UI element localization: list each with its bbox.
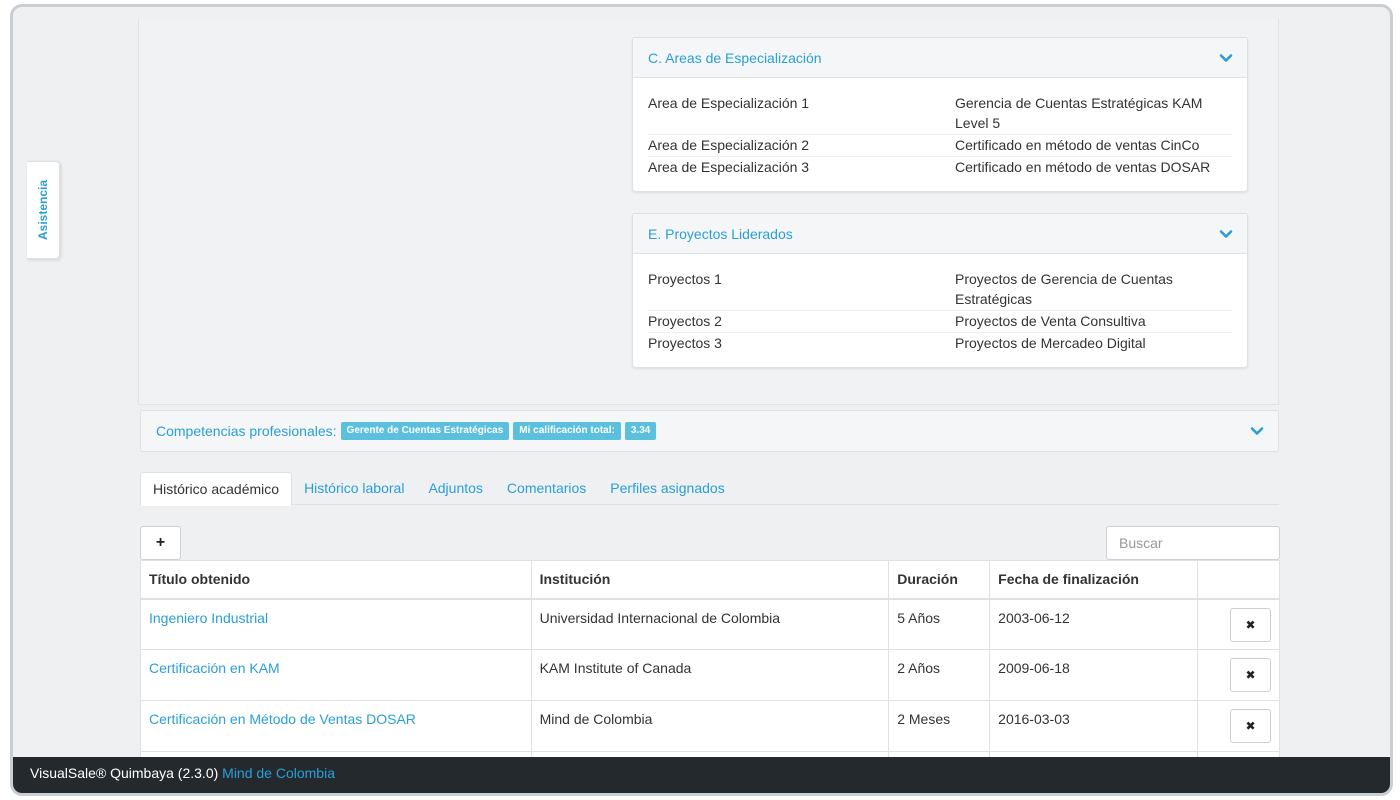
chevron-down-icon[interactable] — [1250, 424, 1264, 438]
cell-titulo: Ingeniero Industrial — [140, 598, 532, 650]
area-row: Area de Especialización 1 Gerencia de Cu… — [648, 93, 1232, 135]
project-value: Proyectos de Gerencia de Cuentas Estraté… — [955, 271, 1173, 307]
rating-label-badge: Mi calificación total: — [513, 422, 621, 440]
project-label: Proyectos 2 — [648, 313, 722, 329]
area-label: Area de Especialización 1 — [648, 95, 810, 111]
chevron-down-icon[interactable] — [1219, 227, 1233, 241]
panel-areas-body: Area de Especialización 1 Gerencia de Cu… — [633, 78, 1247, 178]
titulo-link[interactable]: Certificación en Método de Ventas DOSAR — [149, 711, 416, 727]
cell-fecha: 2016-03-03 — [989, 700, 1198, 752]
panel-areas-especializacion: C. Areas de Especialización Area de Espe… — [632, 37, 1248, 192]
table-header-row: Título obtenido Institución Duración Fec… — [140, 560, 1281, 600]
asistencia-side-tab[interactable]: Asistencia — [27, 161, 60, 259]
table-row: Certificación en Método de Ventas DOSAR … — [140, 700, 1281, 752]
titulo-link[interactable]: Certificación en KAM — [149, 660, 280, 676]
project-row: Proyectos 2 Proyectos de Venta Consultiv… — [648, 311, 1232, 333]
competencias-bar[interactable]: Competencias profesionales: Gerente de C… — [140, 410, 1279, 452]
project-label: Proyectos 3 — [648, 335, 722, 351]
column-header-duracion[interactable]: Duración — [888, 560, 991, 600]
footer-company-link[interactable]: Mind de Colombia — [222, 765, 335, 781]
column-header-actions — [1196, 560, 1281, 600]
tab-historico-laboral[interactable]: Histórico laboral — [292, 472, 416, 505]
footer-app-version: VisualSale® Quimbaya (2.3.0) — [30, 765, 219, 781]
area-value: Certificado en método de ventas DOSAR — [955, 159, 1211, 175]
panel-proyectos-liderados: E. Proyectos Liderados Proyectos 1 Proye… — [632, 213, 1248, 368]
area-label: Area de Especialización 2 — [648, 137, 810, 153]
area-row: Area de Especialización 3 Certificado en… — [648, 157, 1232, 178]
project-value: Proyectos de Venta Consultiva — [955, 313, 1146, 329]
search-input[interactable] — [1106, 526, 1280, 560]
footer-bar: VisualSale® Quimbaya (2.3.0) Mind de Col… — [13, 757, 1390, 793]
area-value: Gerencia de Cuentas Estratégicas KAM Lev… — [955, 95, 1203, 131]
area-label: Area de Especialización 3 — [648, 159, 810, 175]
column-header-titulo[interactable]: Título obtenido — [140, 560, 532, 600]
table-row: Ingeniero Industrial Universidad Interna… — [140, 598, 1281, 650]
cell-actions: ✖ — [1196, 700, 1281, 752]
delete-button[interactable]: ✖ — [1230, 709, 1271, 743]
cell-titulo: Certificación en KAM — [140, 649, 532, 701]
cell-fecha: 2003-06-12 — [989, 598, 1198, 650]
app-window: Asistencia C. Areas de Especialización A… — [10, 4, 1393, 796]
cell-institucion: KAM Institute of Canada — [530, 649, 890, 701]
project-row: Proyectos 1 Proyectos de Gerencia de Cue… — [648, 269, 1232, 311]
project-value: Proyectos de Mercadeo Digital — [955, 335, 1146, 351]
cell-institucion: Mind de Colombia — [530, 700, 890, 752]
panel-areas-title: C. Areas de Especialización — [648, 49, 822, 66]
tab-adjuntos[interactable]: Adjuntos — [416, 472, 494, 505]
cell-duracion: 2 Meses — [888, 700, 991, 752]
competencias-label: Competencias profesionales: — [156, 423, 337, 439]
panel-projects-header[interactable]: E. Proyectos Liderados — [633, 214, 1247, 254]
cell-duracion: 5 Años — [888, 598, 991, 650]
panel-projects-body: Proyectos 1 Proyectos de Gerencia de Cue… — [633, 254, 1247, 354]
tab-historico-academico[interactable]: Histórico académico — [140, 472, 293, 506]
asistencia-label: Asistencia — [36, 179, 50, 241]
table-row: Certificación en KAM KAM Institute of Ca… — [140, 649, 1281, 701]
chevron-down-icon[interactable] — [1219, 51, 1233, 65]
delete-button[interactable]: ✖ — [1230, 607, 1271, 642]
panel-areas-header[interactable]: C. Areas de Especialización — [633, 38, 1247, 78]
titulo-link[interactable]: Ingeniero Industrial — [149, 610, 268, 626]
cell-duracion: 2 Años — [888, 649, 991, 701]
column-header-institucion[interactable]: Institución — [530, 560, 890, 600]
delete-button[interactable]: ✖ — [1230, 658, 1271, 692]
role-badge: Gerente de Cuentas Estratégicas — [340, 422, 510, 440]
rating-value-badge: 3.34 — [624, 422, 657, 440]
column-header-fecha[interactable]: Fecha de finalización — [989, 560, 1198, 600]
tab-perfiles-asignados[interactable]: Perfiles asignados — [598, 472, 736, 505]
area-value: Certificado en método de ventas CinCo — [955, 137, 1200, 153]
project-label: Proyectos 1 — [648, 271, 722, 287]
cell-institucion: Universidad Internacional de Colombia — [530, 598, 890, 650]
add-record-button[interactable]: + — [140, 526, 181, 560]
area-row: Area de Especialización 2 Certificado en… — [648, 135, 1232, 157]
cell-fecha: 2009-06-18 — [989, 649, 1198, 701]
cell-titulo: Certificación en Método de Ventas DOSAR — [140, 700, 532, 752]
project-row: Proyectos 3 Proyectos de Mercadeo Digita… — [648, 333, 1232, 354]
cell-actions: ✖ — [1196, 598, 1281, 650]
tab-comentarios[interactable]: Comentarios — [495, 472, 598, 505]
panel-projects-title: E. Proyectos Liderados — [648, 225, 793, 242]
cell-actions: ✖ — [1196, 649, 1281, 701]
profile-tabs: Histórico académico Histórico laboral Ad… — [140, 472, 1279, 506]
